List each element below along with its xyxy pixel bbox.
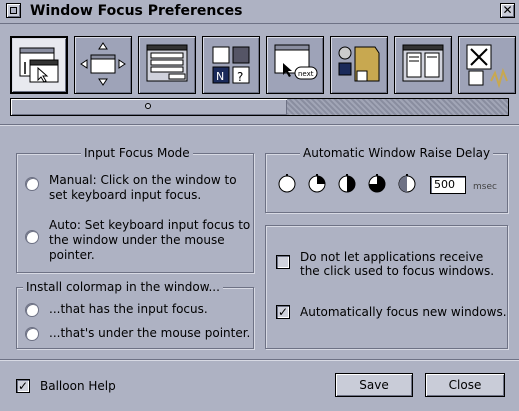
window-pointer-icon: next	[274, 44, 318, 80]
click-through-checkbox[interactable]	[276, 255, 290, 269]
colormap-pointer-radio[interactable]	[25, 327, 39, 341]
window-list-tile[interactable]	[138, 36, 196, 94]
auto-focus-label-1: Auto: Set keyboard input focus to	[49, 218, 251, 232]
raise-delay-group: Automatic Window Raise Delay 500 msec	[265, 146, 508, 213]
app-grid-tile[interactable]: ? N	[202, 36, 260, 94]
window-layout-tile[interactable]	[394, 36, 452, 94]
colormap-title: Install colormap in the window...	[23, 280, 223, 294]
app-grid-icon: ? N	[212, 46, 250, 84]
input-focus-group: Input Focus Mode Manual: Click on the wi…	[16, 146, 254, 273]
manual-focus-label-1: Manual: Click on the window to	[49, 173, 237, 187]
divider-top	[0, 124, 519, 126]
colormap-focus-label: ...that has the input focus.	[49, 302, 208, 316]
balloon-help-checkbox[interactable]: ✓	[16, 379, 30, 393]
click-through-label-2: the click used to focus windows.	[300, 264, 495, 278]
close-button[interactable]: Close	[425, 373, 505, 397]
auto-focus-label-2: the window under the mouse	[49, 233, 225, 247]
colormap-group: Install colormap in the window... ...tha…	[16, 280, 254, 349]
checkmark-icon: ✓	[17, 379, 29, 393]
preference-icon-strip: ? N next	[10, 36, 519, 98]
clock-half-icon[interactable]	[336, 172, 358, 194]
focus-prefs-tile[interactable]	[10, 36, 68, 94]
window-layout-icon	[402, 44, 444, 82]
icon-strip-scrollbar[interactable]	[10, 98, 509, 116]
scrollbar-track[interactable]	[287, 99, 508, 115]
auto-focus-new-label: Automatically focus new windows.	[300, 305, 507, 319]
scrollbar-thumb[interactable]	[11, 99, 287, 115]
auto-focus-radio[interactable]	[25, 230, 39, 244]
window-pointer-tile[interactable]: next	[266, 36, 324, 94]
clock-full-icon[interactable]	[396, 172, 418, 194]
window-menu-button[interactable]	[6, 3, 21, 18]
clock-empty-icon[interactable]	[276, 172, 298, 194]
window-list-icon	[146, 44, 188, 82]
input-focus-title: Input Focus Mode	[81, 146, 193, 160]
svg-text:?: ?	[237, 70, 243, 84]
raise-delay-input[interactable]: 500	[430, 176, 466, 194]
auto-focus-new-checkbox[interactable]: ✓	[276, 305, 290, 319]
scroll-grip-icon	[145, 103, 151, 109]
manual-focus-radio[interactable]	[25, 177, 39, 191]
focus-options-group: Do not let applications receive the clic…	[265, 225, 508, 349]
window-close-tile[interactable]	[458, 36, 516, 94]
balloon-help-label: Balloon Help	[40, 379, 116, 393]
window-close-icon	[466, 44, 508, 89]
svg-text:next: next	[298, 70, 314, 78]
close-window-button[interactable]: ✕	[500, 3, 515, 18]
window-title: Window Focus Preferences	[30, 3, 243, 19]
svg-text:N: N	[216, 70, 224, 83]
manual-focus-label-2: set keyboard input focus.	[49, 188, 202, 202]
window-move-icon	[80, 42, 126, 86]
apps-folder-icon	[338, 46, 380, 82]
close-icon: ✕	[502, 3, 513, 17]
raise-delay-unit: msec	[473, 182, 497, 192]
clock-three-quarter-icon[interactable]	[366, 172, 388, 194]
divider-bottom	[0, 359, 519, 361]
apps-folder-tile[interactable]	[330, 36, 388, 94]
raise-delay-title: Automatic Window Raise Delay	[300, 146, 494, 160]
auto-focus-label-3: pointer.	[49, 248, 95, 262]
colormap-pointer-label: ...that's under the mouse pointer.	[49, 326, 251, 340]
colormap-focus-radio[interactable]	[25, 303, 39, 317]
save-button[interactable]: Save	[335, 373, 413, 397]
checkmark-icon: ✓	[277, 305, 289, 319]
clock-quarter-icon[interactable]	[306, 172, 328, 194]
title-bar[interactable]: Window Focus Preferences ✕	[0, 0, 519, 24]
focus-prefs-icon	[19, 47, 59, 83]
window-move-tile[interactable]	[74, 36, 132, 94]
